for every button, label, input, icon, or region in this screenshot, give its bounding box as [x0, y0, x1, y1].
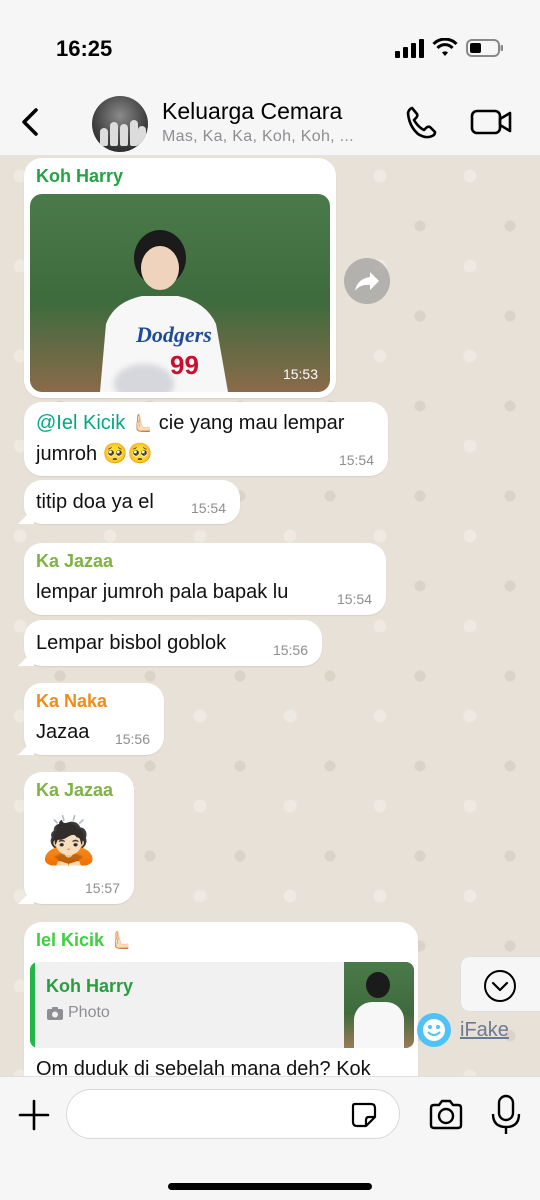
message-time: 15:57 — [84, 880, 120, 896]
message-text: lempar jumroh pala bapak lu — [36, 581, 289, 603]
message-time: 15:54 — [338, 452, 374, 468]
group-title[interactable]: Keluarga Cemara — [162, 98, 342, 125]
sender-emoji: 🫷🏻 — [109, 930, 132, 951]
ifake-watermark: iFake — [416, 1012, 509, 1048]
sender-name: Ka Jazaa — [36, 780, 114, 800]
message-reply[interactable]: Iel Kicik 🫷🏻 Koh Harry Photo Om duduk di… — [24, 922, 418, 1076]
bowing-emoji: 🙇🏻 — [40, 813, 98, 867]
message-text: Lempar bisbol goblok — [36, 632, 227, 654]
quote-bar — [30, 962, 35, 1048]
ifake-logo-icon — [417, 1013, 451, 1047]
signal-icon — [395, 39, 424, 58]
chevron-down-icon — [484, 970, 516, 1002]
message-time: 15:54 — [190, 500, 226, 516]
photo-image[interactable]: Dodgers 99 15:53 — [30, 194, 330, 392]
message-text: Jazaa — [36, 721, 90, 743]
forward-icon — [355, 272, 379, 291]
message-sticker[interactable]: Ka Jazaa 🙇🏻 15:57 — [24, 772, 134, 904]
group-members[interactable]: Mas, Ka, Ka, Koh, Koh, ... — [162, 128, 354, 146]
quote-type: Photo — [68, 1004, 110, 1021]
message-text: titip doa ya el — [36, 491, 154, 513]
forward-button[interactable] — [344, 258, 390, 304]
message-time: 15:56 — [272, 642, 308, 658]
message-bubble[interactable]: Ka Naka Jazaa 15:56 — [24, 683, 164, 755]
message-time: 15:53 — [282, 366, 318, 382]
svg-text:99: 99 — [170, 350, 199, 380]
back-icon[interactable] — [10, 102, 50, 142]
message-bubble[interactable]: titip doa ya el 15:54 — [24, 480, 240, 524]
phone-icon[interactable] — [402, 102, 442, 142]
message-time: 15:54 — [336, 591, 372, 607]
home-indicator — [168, 1183, 372, 1190]
quote-sender: Koh Harry — [46, 976, 134, 996]
message-bubble[interactable]: Lempar bisbol goblok 15:56 — [24, 620, 322, 666]
video-call-icon[interactable] — [468, 102, 514, 142]
message-photo[interactable]: Koh Harry Dodgers 99 15:53 — [24, 158, 336, 398]
message-text: @Iel Kicik 🫷🏻 cie yang mau lempar jumroh… — [36, 412, 345, 465]
sender-name: Ka Naka — [36, 691, 108, 711]
message-bubble[interactable]: @Iel Kicik 🫷🏻 cie yang mau lempar jumroh… — [24, 402, 388, 476]
camera-small-icon — [47, 1007, 63, 1020]
quoted-message[interactable]: Koh Harry Photo — [30, 962, 414, 1048]
message-bubble[interactable]: Ka Jazaa lempar jumroh pala bapak lu 15:… — [24, 543, 386, 615]
message-input-bar — [0, 1076, 540, 1200]
camera-icon[interactable] — [426, 1095, 466, 1135]
message-text: Om duduk di sebelah mana deh? Kok — [36, 1058, 371, 1076]
sender-name: Ka Jazaa — [36, 551, 114, 571]
svg-text:Dodgers: Dodgers — [135, 322, 212, 347]
wifi-icon — [432, 38, 458, 56]
status-icons — [394, 38, 504, 58]
chat-header: Keluarga Cemara Mas, Ka, Ka, Koh, Koh, .… — [0, 92, 540, 156]
chat-area[interactable]: Koh Harry Dodgers 99 15:53 @Iel Kicik 🫷🏻… — [0, 156, 540, 1076]
sender-name: Iel Kicik 🫷🏻 — [36, 930, 132, 951]
mention-link[interactable]: @Iel Kicik — [36, 412, 125, 434]
mention-emoji: 🫷🏻 — [130, 413, 154, 434]
scroll-to-bottom-button[interactable] — [460, 956, 540, 1012]
ifake-label: iFake — [460, 1018, 509, 1041]
status-time: 16:25 — [56, 36, 113, 61]
microphone-icon[interactable] — [488, 1093, 524, 1137]
message-time: 15:56 — [114, 731, 150, 747]
quote-thumbnail — [344, 962, 414, 1048]
battery-icon — [466, 39, 503, 57]
status-bar: 16:25 — [0, 0, 540, 92]
plus-icon[interactable] — [14, 1095, 54, 1135]
sender-name: Koh Harry — [36, 166, 124, 186]
group-avatar[interactable] — [92, 96, 148, 152]
sticker-icon[interactable] — [350, 1101, 378, 1129]
